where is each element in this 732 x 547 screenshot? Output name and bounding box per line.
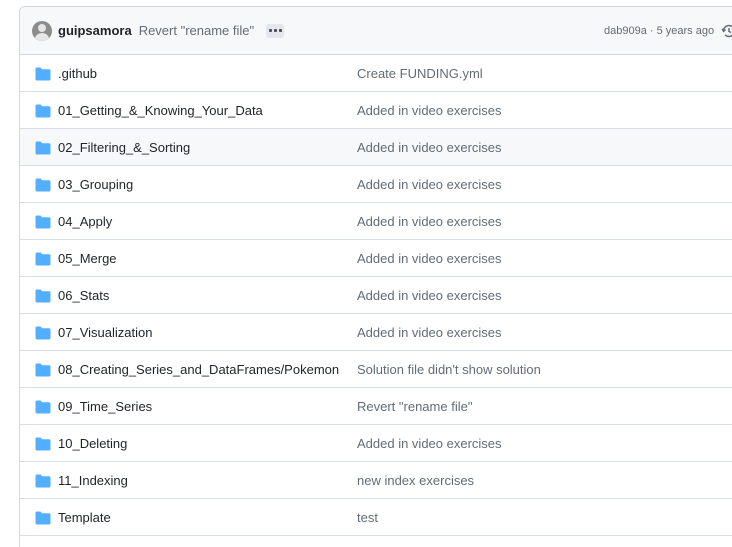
commit-author[interactable]: guipsamora (58, 23, 132, 38)
commit-message-link[interactable]: Added in video exercises (357, 251, 502, 266)
table-row[interactable]: 09_Time_Series Revert "rename file" (20, 388, 732, 425)
commit-message-link[interactable]: Added in video exercises (357, 177, 502, 192)
commit-message-link[interactable]: Added in video exercises (357, 140, 502, 155)
table-row[interactable]: 04_Apply Added in video exercises (20, 203, 732, 240)
file-browser: guipsamora Revert "rename file" dab909a … (19, 6, 732, 547)
folder-icon (35, 252, 51, 266)
commit-message-link[interactable]: test (357, 510, 378, 525)
commit-message-link[interactable]: Solution file didn't show solution (357, 362, 541, 377)
table-row[interactable]: 08_Creating_Series_and_DataFrames/Pokemo… (20, 351, 732, 388)
commit-message-link[interactable]: new index exercises (357, 473, 474, 488)
table-row[interactable]: Template test (20, 499, 732, 536)
file-name-link[interactable]: 01_Getting_&_Knowing_Your_Data (58, 103, 263, 118)
ellipsis-icon[interactable] (266, 23, 285, 38)
folder-icon (35, 289, 51, 303)
folder-icon (35, 215, 51, 229)
file-name-link[interactable]: 02_Filtering_&_Sorting (58, 140, 190, 155)
file-name-link[interactable]: .github (58, 66, 97, 81)
commit-message-link[interactable]: Added in video exercises (357, 436, 502, 451)
folder-icon (35, 437, 51, 451)
file-name-link[interactable]: 09_Time_Series (58, 399, 152, 414)
table-row[interactable]: 11_Indexing new index exercises (20, 462, 732, 499)
commit-meta[interactable]: dab909a · 5 years ago (604, 25, 714, 37)
file-name-link[interactable]: 03_Grouping (58, 177, 133, 192)
file-name-link[interactable]: Template (58, 510, 111, 525)
commit-message-link[interactable]: Revert "rename file" (357, 399, 472, 414)
table-row[interactable]: 10_Deleting Added in video exercises (20, 425, 732, 462)
folder-icon (35, 141, 51, 155)
commit-message-link[interactable]: Added in video exercises (357, 325, 502, 340)
folder-icon (35, 474, 51, 488)
table-row[interactable]: 06_Stats Added in video exercises (20, 277, 732, 314)
file-name-link[interactable]: 07_Visualization (58, 325, 152, 340)
folder-icon (35, 178, 51, 192)
file-name-link[interactable]: 11_Indexing (58, 473, 128, 488)
table-row[interactable]: 03_Grouping Added in video exercises (20, 166, 732, 203)
folder-icon (35, 400, 51, 414)
folder-icon (35, 326, 51, 340)
file-name-link[interactable]: 04_Apply (58, 214, 112, 229)
folder-icon (35, 511, 51, 525)
file-name-link[interactable]: 06_Stats (58, 288, 109, 303)
table-row[interactable]: 02_Filtering_&_Sorting Added in video exe… (20, 129, 732, 166)
table-row[interactable]: 05_Merge Added in video exercises (20, 240, 732, 277)
commit-message-link[interactable]: Create FUNDING.yml (357, 66, 483, 81)
file-list: .github Create FUNDING.yml 01_Getting_&_Kn… (20, 55, 732, 536)
file-name-link[interactable]: 05_Merge (58, 251, 117, 266)
commit-message-link[interactable]: Added in video exercises (357, 214, 502, 229)
latest-commit-bar: guipsamora Revert "rename file" dab909a … (20, 7, 732, 55)
file-name-link[interactable]: 10_Deleting (58, 436, 127, 451)
folder-icon (35, 363, 51, 377)
file-name-link[interactable]: 08_Creating_Series_and_DataFrames/Pokemo… (58, 362, 339, 377)
commit-message-link[interactable]: Added in video exercises (357, 288, 502, 303)
history-icon[interactable] (721, 23, 732, 39)
commit-message-link[interactable]: Added in video exercises (357, 103, 502, 118)
folder-icon (35, 67, 51, 81)
avatar[interactable] (32, 20, 52, 41)
folder-icon (35, 104, 51, 118)
table-row[interactable]: 01_Getting_&_Knowing_Your_Data Added in v… (20, 92, 732, 129)
table-row[interactable]: 07_Visualization Added in video exercises (20, 314, 732, 351)
table-row[interactable]: .github Create FUNDING.yml (20, 55, 732, 92)
commit-message[interactable]: Revert "rename file" (139, 23, 254, 38)
